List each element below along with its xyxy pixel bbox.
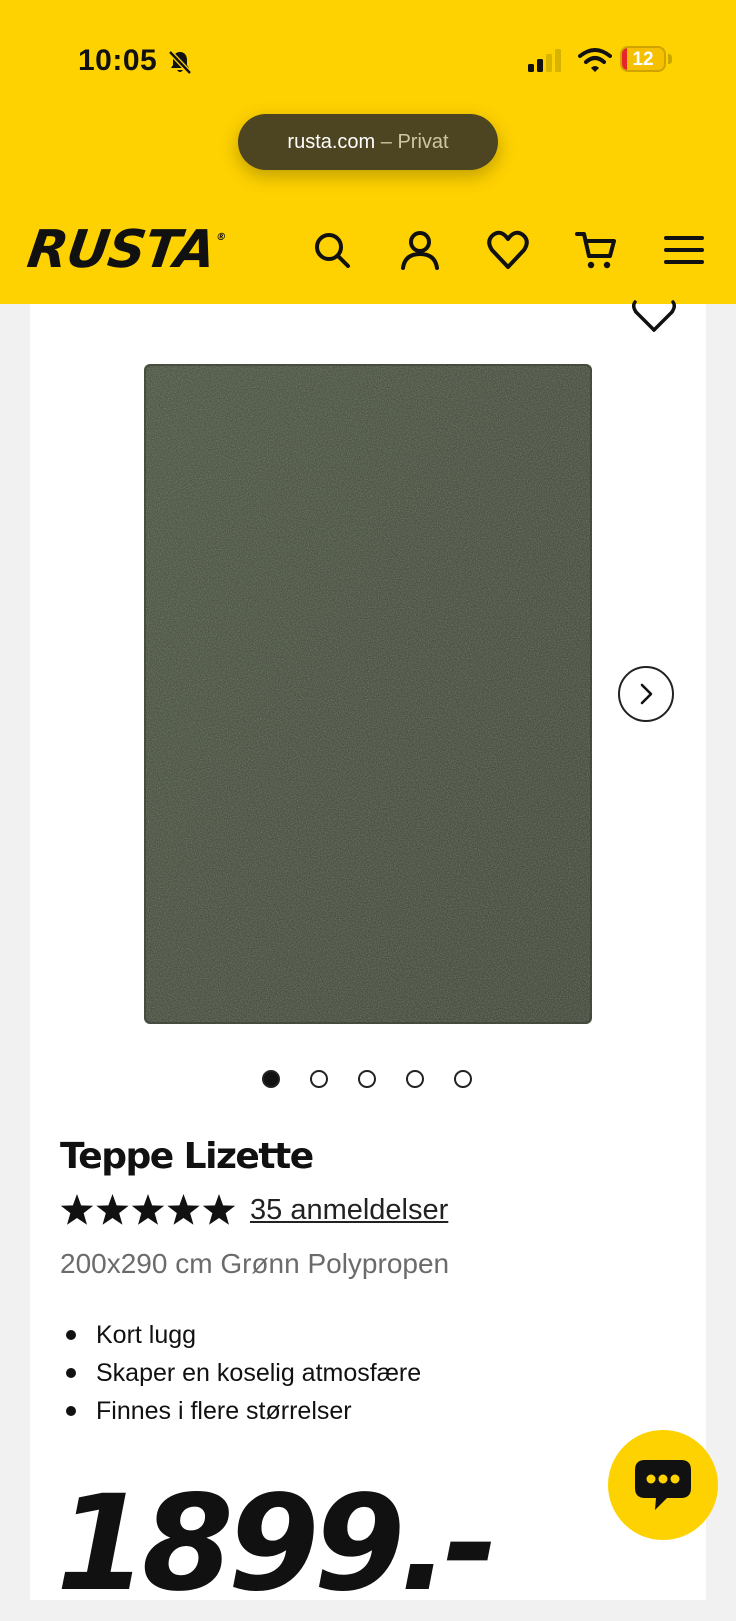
bell-slash-icon	[166, 48, 194, 76]
product-title: Teppe Lizette	[60, 1136, 314, 1177]
product-price: 1899.-	[56, 1467, 498, 1621]
star-icon	[202, 1194, 236, 1225]
battery-level: 12	[632, 49, 654, 70]
account-icon[interactable]	[398, 228, 442, 272]
battery-cap	[668, 54, 672, 64]
rug-image[interactable]	[144, 364, 592, 1024]
feature-list: Kort lugg Skaper en koselig atmosfære Fi…	[60, 1316, 620, 1430]
favorite-heart-icon[interactable]	[630, 294, 678, 334]
cart-icon[interactable]	[574, 228, 618, 272]
feature-item: Finnes i flere størrelser	[60, 1392, 620, 1430]
star-icon	[60, 1194, 94, 1225]
heart-icon[interactable]	[486, 228, 530, 272]
top-bar: 10:05 12 rusta.com – Privat RUSTA®	[0, 0, 736, 304]
feature-item: Skaper en koselig atmosfære	[60, 1354, 620, 1392]
search-icon[interactable]	[310, 228, 354, 272]
gallery-dot-1[interactable]	[262, 1070, 280, 1088]
status-time: 10:05	[78, 44, 158, 77]
rating-stars	[60, 1192, 240, 1228]
logo-registered-mark: ®	[215, 232, 226, 243]
next-image-button[interactable]	[618, 666, 674, 722]
star-icon	[131, 1194, 165, 1225]
gallery-dot-2[interactable]	[310, 1070, 328, 1088]
chat-button[interactable]	[608, 1430, 718, 1540]
address-domain: rusta.com	[287, 131, 376, 153]
signal-icon	[526, 48, 566, 74]
feature-item: Kort lugg	[60, 1316, 620, 1354]
gallery-pagination	[262, 1070, 482, 1090]
gallery-dot-3[interactable]	[358, 1070, 376, 1088]
gallery-dot-5[interactable]	[454, 1070, 472, 1088]
menu-icon[interactable]	[662, 228, 706, 272]
star-icon	[96, 1194, 129, 1225]
logo-text: RUSTA	[23, 220, 219, 280]
site-header: RUSTA®	[0, 210, 736, 290]
address-mode: – Privat	[380, 131, 449, 153]
star-icon	[167, 1194, 200, 1225]
product-variant: 200x290 cm Grønn Polypropen	[60, 1248, 450, 1279]
battery-icon: 12	[620, 46, 666, 72]
gallery-dot-4[interactable]	[406, 1070, 424, 1088]
address-bar[interactable]: rusta.com – Privat	[238, 114, 498, 170]
status-bar: 10:05 12	[0, 36, 736, 86]
rating-stars-svg	[60, 1194, 236, 1225]
rusta-logo[interactable]: RUSTA®	[24, 220, 228, 280]
wifi-icon	[578, 46, 612, 74]
chevron-right-icon	[640, 683, 653, 705]
chat-icon	[635, 1460, 691, 1510]
reviews-link[interactable]: 35 anmeldelser	[250, 1194, 448, 1227]
